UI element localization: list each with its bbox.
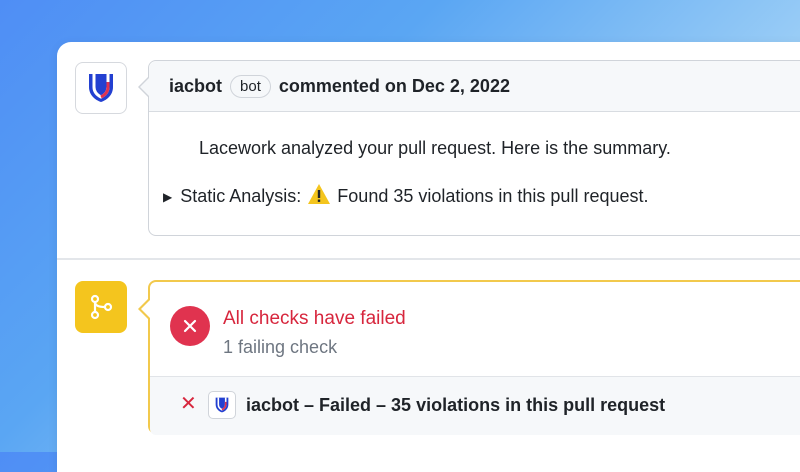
failing-check-row[interactable]: ✕ iacbot – Failed – 35 violations in thi… <box>150 376 800 435</box>
summary-text: Lacework analyzed your pull request. Her… <box>199 138 671 158</box>
checks-status-title: All checks have failed <box>223 308 406 329</box>
comment-body: Lacework analyzed your pull request. Her… <box>149 112 800 210</box>
failing-check-text[interactable]: iacbot – Failed – 35 violations in this … <box>246 395 665 416</box>
checks-status-subtitle: 1 failing check <box>223 337 338 357</box>
timeline-divider <box>57 258 800 260</box>
bot-badge: bot <box>230 74 271 98</box>
warning-icon <box>307 183 331 210</box>
comment-header: iacbot bot commented on Dec 2, 2022 <box>149 61 800 112</box>
comment-date[interactable]: commented on Dec 2, 2022 <box>279 76 510 97</box>
lacework-shield-icon <box>208 391 236 419</box>
close-icon <box>183 319 197 333</box>
git-branch-icon <box>75 281 127 333</box>
checks-panel: All checks have failed 1 failing check ✕… <box>138 280 800 435</box>
static-analysis-details[interactable]: ▶ Static Analysis: Found 35 violations i… <box>163 183 800 210</box>
check-failed-icon: ✕ <box>180 393 197 415</box>
details-text: Found 35 violations in this pull request… <box>337 186 649 206</box>
disclosure-triangle-icon[interactable]: ▶ <box>163 190 172 204</box>
fail-status-icon <box>170 306 210 346</box>
comment-author[interactable]: iacbot <box>169 76 222 97</box>
lacework-shield-icon <box>89 74 113 102</box>
bot-comment: iacbot bot commented on Dec 2, 2022 Lace… <box>138 60 800 236</box>
iacbot-avatar[interactable] <box>75 62 127 114</box>
details-label: Static Analysis: <box>180 186 302 206</box>
